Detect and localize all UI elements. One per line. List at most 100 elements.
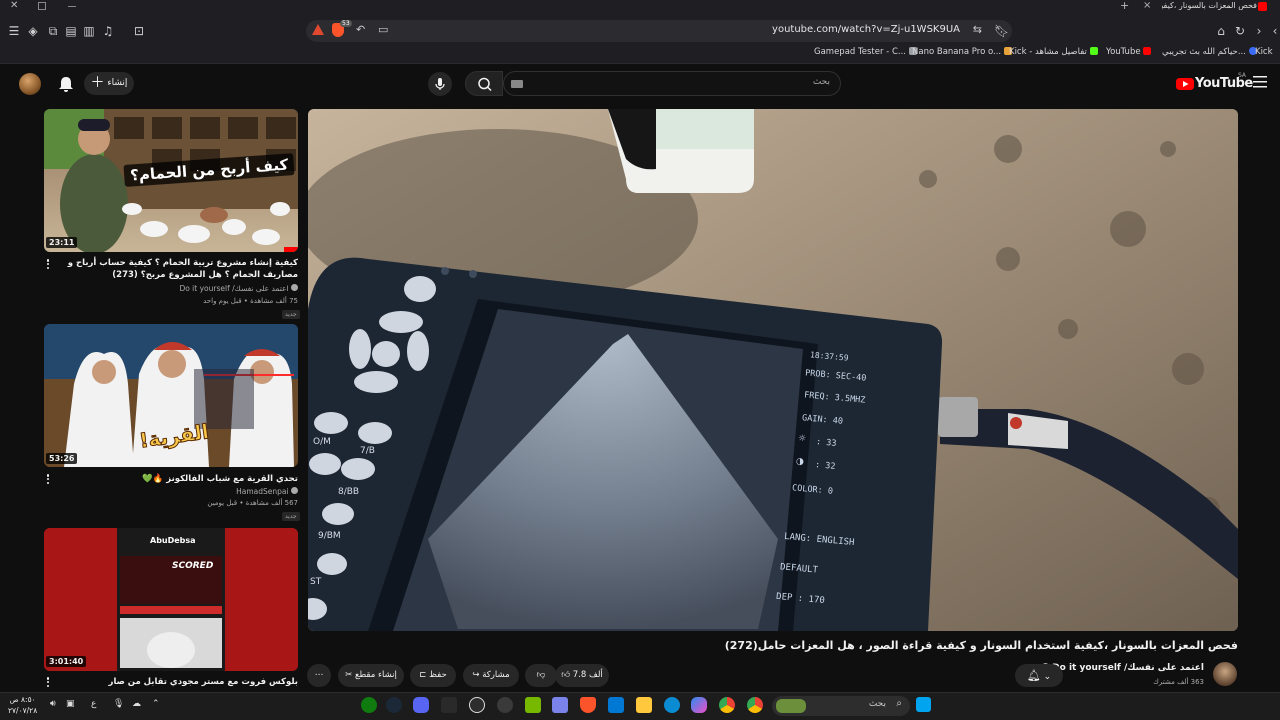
window-maximize-icon[interactable] (38, 2, 46, 10)
music-icon[interactable]: ♫ (101, 24, 115, 38)
bookmark-gamepad[interactable]: Gamepad Tester - C... (814, 47, 920, 57)
search-input[interactable]: بحث (503, 71, 841, 96)
screen-contrast-icon: ◑ (796, 457, 804, 467)
recommendation-channel-2[interactable]: HamadSenpai (236, 487, 298, 496)
xbox-app-icon[interactable] (361, 697, 377, 713)
brave-rewards-icon[interactable] (312, 24, 324, 35)
settings-app-icon[interactable] (497, 697, 513, 713)
subscriber-count: 363 ألف مشترك (1153, 678, 1204, 686)
reload-icon[interactable]: ↻ (1233, 24, 1247, 38)
chrome-profile-icon[interactable] (747, 697, 763, 713)
video-player[interactable]: 18:37:59 PROB: SEC-40 FREQ: 3.5MHZ GAIN:… (308, 109, 1238, 631)
more-options-icon-1[interactable] (46, 259, 50, 271)
bell-icon: 🔔︎ (1026, 669, 1041, 682)
taskbar-clock[interactable]: ٨:٥٠ ص ٢٧/٠٧/٢٨ (8, 694, 37, 716)
recommendation-title-1[interactable]: كيفية إنشاء مشروع تربية الحمام ؟ كيفية ح… (58, 257, 298, 281)
window-minimize-icon[interactable] (68, 6, 76, 7)
share-button[interactable]: ↪ مشاركة (463, 664, 519, 687)
home-icon[interactable]: ⌂ (1214, 24, 1228, 38)
recommendation-title-2[interactable]: تحدي القرية مع شباب الفالكونز 🔥💚 (58, 473, 298, 485)
keyboard-icon[interactable] (511, 80, 523, 88)
obs-app-icon[interactable] (469, 697, 485, 713)
edge-app-icon[interactable] (664, 697, 680, 713)
mic-tray-icon[interactable]: 🎙︎ (113, 699, 124, 709)
tune-icon[interactable]: ⇆ (973, 23, 982, 36)
screenshot-icon[interactable]: ⊡ (132, 24, 146, 38)
share-url-icon[interactable]: ↶ (356, 23, 365, 36)
recommendation-title-3[interactable]: بلوكس فروت مع مستر مجودي تقابل من صار (58, 676, 298, 688)
window-close-icon[interactable]: ✕ (10, 0, 18, 11)
channel-name[interactable]: اعتمد على نفسك/ Do it yourself (1042, 663, 1204, 673)
more-actions-button[interactable]: ⋯ (307, 664, 331, 687)
save-button[interactable]: ⊏ حفظ (410, 664, 456, 687)
reader-icon[interactable]: ▤ (64, 24, 78, 38)
explorer-app-icon[interactable] (636, 697, 652, 713)
forward-icon[interactable]: › (1252, 24, 1266, 38)
cloud-icon[interactable]: ☁ (132, 699, 141, 709)
discord-app-icon[interactable] (413, 697, 429, 713)
tab-close-icon[interactable]: × (1143, 0, 1151, 11)
more-options-icon-3[interactable] (46, 677, 50, 689)
steam-app-icon[interactable] (386, 697, 402, 713)
bookmark-nano-banana[interactable]: Nano Banana Pro o... (912, 47, 1015, 57)
voice-search-button[interactable] (428, 72, 452, 96)
thumbs-up-icon: 👍︎ (561, 670, 571, 680)
search-button[interactable] (465, 71, 503, 96)
epic-app-icon[interactable] (441, 697, 457, 713)
tabs-icon[interactable]: ⧉ (46, 24, 60, 38)
network-icon[interactable]: ▣ (66, 699, 75, 709)
bookmark-kick[interactable]: Kick (1255, 47, 1273, 57)
copilot-app-icon[interactable] (691, 697, 707, 713)
shield-icon[interactable]: ◈ (26, 24, 40, 38)
mail-app-icon[interactable] (608, 697, 624, 713)
recommendation-channel-1[interactable]: اعتمد على نفسك/ Do it yourself (179, 284, 298, 293)
back-icon[interactable]: ‹ (1268, 24, 1280, 38)
recommendation-thumbnail-2[interactable]: القرية! (44, 324, 298, 467)
screen-brightness-icon: ☼ (798, 434, 807, 444)
guide-menu-icon[interactable] (1253, 76, 1267, 88)
clip-button[interactable]: ✂ إنشاء مقطع (338, 664, 404, 687)
bookmark-live[interactable]: حياكم الله بث تجريبي... (1162, 47, 1260, 57)
chrome-app-icon[interactable] (719, 697, 735, 713)
cast-icon[interactable]: ▭ (378, 23, 388, 36)
tray-chevron-icon[interactable]: ⌃ (152, 699, 160, 709)
volume-icon[interactable]: 🔊︎ (50, 699, 56, 709)
recommendation-meta-2: 567 ألف مشاهدة • قبل يومين (207, 499, 298, 507)
scissors-icon: ✂ (345, 670, 353, 680)
sidebar-icon[interactable]: ▥ (82, 24, 96, 38)
teams-app-icon[interactable] (552, 697, 568, 713)
browser-title-bar: فحص المعزات بالسونار ،كيفية × + ✕ (0, 0, 1280, 14)
create-label: إنشاء (107, 78, 128, 88)
dislike-button[interactable]: 👎︎ (525, 664, 557, 687)
new-badge-1: جديد (282, 310, 300, 319)
url-text[interactable]: youtube.com/watch?v=Zj-u1WSK9UA (772, 24, 960, 35)
recommendation-thumbnail-3[interactable]: AbuDebsa SCORED (44, 528, 298, 671)
like-button[interactable]: 👍︎ 7.8 ألف (555, 664, 609, 687)
brave-app-icon[interactable] (580, 697, 596, 713)
channel-avatar[interactable] (1213, 662, 1237, 686)
thumbs-down-icon: 👎︎ (536, 670, 546, 680)
bookmark-youtube[interactable]: YouTube (1106, 47, 1154, 57)
tab-title[interactable]: فحص المعزات بالسونار ،كيفية (1162, 1, 1257, 10)
bookmark-icon[interactable]: 🔖︎ (994, 24, 1009, 38)
start-windows-icon[interactable] (916, 697, 931, 712)
nvidia-app-icon[interactable] (525, 697, 541, 713)
screen-brightness-value: : 33 (815, 437, 837, 449)
address-bar[interactable]: 53 ↶ ▭ youtube.com/watch?v=Zj-u1WSK9UA ⇆ (306, 20, 1012, 42)
chevron-down-icon: ⌄ (1043, 672, 1052, 682)
more-options-icon-2[interactable] (46, 474, 50, 486)
youtube-logo-icon[interactable] (1176, 74, 1196, 94)
new-tab-icon[interactable]: + (1120, 0, 1129, 12)
taskbar-search[interactable]: بحث ⌕ (772, 696, 910, 716)
tab-favicon-icon (1258, 2, 1267, 11)
create-button[interactable]: ＋ إنشاء (84, 72, 134, 95)
search-icon (478, 77, 492, 92)
menu-icon[interactable]: ☰ (7, 24, 21, 38)
subscribe-notifications-button[interactable]: 🔔︎ ⌄ (1015, 664, 1063, 687)
notifications-bell-icon[interactable] (56, 74, 76, 94)
account-avatar[interactable] (19, 73, 41, 95)
recommendation-thumbnail-1[interactable]: كيف أربح من الحمام؟ (44, 109, 298, 252)
language-indicator[interactable]: ع (91, 699, 96, 709)
bookmark-kick-details[interactable]: Kick - تفاصيل مشاهد (1009, 47, 1101, 57)
keypad-label-8bb: 8/BB (338, 487, 360, 497)
